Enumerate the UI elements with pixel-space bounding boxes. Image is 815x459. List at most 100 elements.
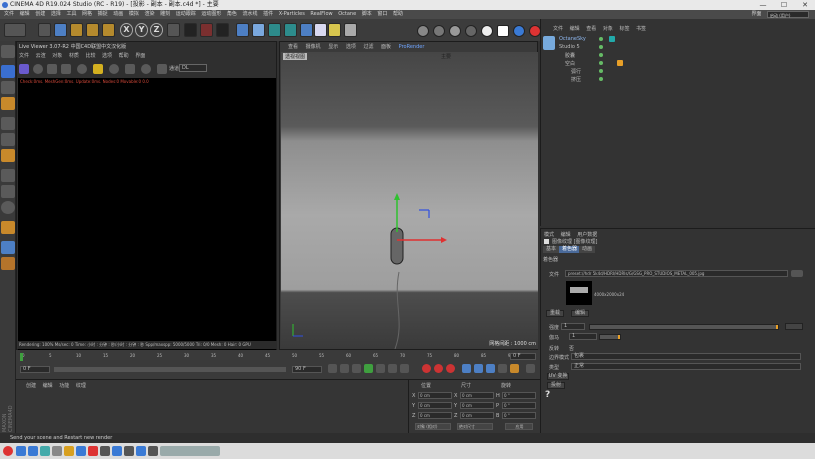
menu-snap[interactable]: 捕捉: [98, 11, 108, 17]
material-tag-icon[interactable]: [617, 60, 623, 66]
timeline-menu-icon[interactable]: [526, 364, 535, 373]
next-frame-icon[interactable]: [376, 364, 385, 373]
object-row[interactable]: Studio 5: [559, 44, 580, 51]
model-mode-icon[interactable]: [1, 65, 15, 78]
menu-sculpt[interactable]: 雕刻: [160, 11, 170, 17]
power-reset-button[interactable]: [785, 323, 803, 330]
points-mode-icon[interactable]: [1, 117, 15, 130]
visibility-dot-icon[interactable]: [599, 77, 603, 81]
menu-edit[interactable]: 编辑: [20, 11, 30, 17]
workplane-icon[interactable]: [1, 97, 15, 110]
om-menu-tags[interactable]: 标签: [619, 26, 629, 32]
vp-menu-options[interactable]: 选项: [346, 44, 356, 50]
taskbar-app-icon[interactable]: [148, 446, 158, 456]
visibility-dot-icon[interactable]: [599, 45, 603, 49]
vp-menu-cameras[interactable]: 摄像机: [306, 44, 321, 50]
edges-mode-icon[interactable]: [1, 133, 15, 146]
capsule-object[interactable]: [390, 227, 404, 265]
polygons-mode-icon[interactable]: [1, 149, 15, 162]
time-range-slider[interactable]: [54, 367, 286, 372]
menu-octane[interactable]: Octane: [338, 11, 356, 17]
tab-animation[interactable]: 动画: [579, 246, 596, 253]
visibility-dot-icon[interactable]: [599, 53, 603, 57]
prev-frame-icon[interactable]: [352, 364, 361, 373]
lv-menu-cloud[interactable]: 云渲: [36, 53, 46, 59]
menu-select[interactable]: 选择: [51, 11, 61, 17]
recent-tool-icon[interactable]: [102, 23, 115, 37]
menu-character[interactable]: 角色: [227, 11, 237, 17]
size-z-field[interactable]: 0 cm: [460, 412, 494, 419]
restart-render-icon[interactable]: [33, 64, 43, 74]
pause-icon[interactable]: [47, 64, 57, 74]
camera-icon[interactable]: [328, 23, 341, 37]
apply-button[interactable]: 应用: [505, 423, 533, 430]
taskbar-app-icon[interactable]: [100, 446, 110, 456]
key-param-icon[interactable]: [498, 364, 507, 373]
tweak-mode-icon[interactable]: [1, 185, 15, 198]
lv-menu-interface[interactable]: 界面: [135, 53, 145, 59]
vp-menu-prorender[interactable]: ProRender: [399, 44, 425, 50]
render-settings-icon[interactable]: [216, 23, 229, 37]
end-frame-field[interactable]: 90 F: [292, 366, 322, 373]
gamma-slider[interactable]: [599, 334, 621, 340]
cube-icon[interactable]: [236, 23, 249, 37]
axis-z-toggle[interactable]: Z: [150, 23, 163, 37]
menu-animate[interactable]: 动画: [113, 11, 123, 17]
sculpt-brush-icon[interactable]: [1, 257, 15, 270]
taskbar-app-icon[interactable]: [112, 446, 122, 456]
undo-button[interactable]: [4, 23, 26, 37]
timeline-ruler[interactable]: 0 5 10 15 20 25 30 35 40 45 50 55 60 65 …: [20, 353, 520, 360]
vp-menu-panel[interactable]: 面板: [381, 44, 391, 50]
visibility-dot-icon[interactable]: [599, 61, 603, 65]
render-to-picture-viewer-icon[interactable]: [200, 23, 213, 37]
gamma-slider-handle[interactable]: [618, 335, 620, 339]
taskbar-app-icon[interactable]: [76, 446, 86, 456]
vp-menu-display[interactable]: 显示: [328, 44, 338, 50]
menu-script[interactable]: 脚本: [362, 11, 372, 17]
pos-y-field[interactable]: 0 cm: [418, 402, 452, 409]
border-mode-select[interactable]: 包裹: [571, 353, 801, 360]
octane-material-icon[interactable]: [513, 25, 525, 37]
rot-b-field[interactable]: 0 °: [502, 412, 536, 419]
go-to-start-icon[interactable]: [328, 364, 337, 373]
key-selection-icon[interactable]: [446, 364, 455, 373]
current-frame-field[interactable]: 0 F: [510, 353, 536, 360]
object-row[interactable]: 弧行: [571, 68, 581, 75]
axis-x-toggle[interactable]: X: [120, 23, 133, 37]
lv-menu-compare[interactable]: 比较: [85, 53, 95, 59]
lv-menu-options[interactable]: 选项: [102, 53, 112, 59]
taskbar-app-icon[interactable]: [16, 446, 26, 456]
menu-create[interactable]: 创建: [35, 11, 45, 17]
taskbar-app-icon[interactable]: [40, 446, 50, 456]
menu-motion-tracking[interactable]: 运动跟踪: [176, 11, 196, 17]
scale-tool-icon[interactable]: [70, 23, 83, 37]
reload-button[interactable]: 重载: [546, 310, 564, 317]
minimize-button[interactable]: —: [753, 0, 773, 10]
tab-basic[interactable]: 基本: [543, 246, 560, 253]
lv-menu-file[interactable]: 文件: [19, 53, 29, 59]
rotate-tool-icon[interactable]: [86, 23, 99, 37]
stop-icon[interactable]: [61, 64, 71, 74]
light-icon[interactable]: [344, 23, 357, 37]
deformer-icon[interactable]: [300, 23, 313, 37]
playhead[interactable]: [20, 353, 23, 361]
lv-menu-help[interactable]: 帮助: [119, 53, 129, 59]
taskbar-pinned-window[interactable]: [160, 446, 220, 456]
vp-menu-filter[interactable]: 过滤: [363, 44, 373, 50]
rot-p-field[interactable]: 0 °: [502, 402, 536, 409]
object-row[interactable]: OctaneSky: [559, 36, 586, 43]
vp-menu-view[interactable]: 查看: [288, 44, 298, 50]
start-frame-field[interactable]: 0 F: [20, 366, 50, 373]
render-view-icon[interactable]: [184, 23, 197, 37]
taskbar-app-icon[interactable]: [64, 446, 74, 456]
gamma-field[interactable]: 1: [569, 333, 597, 340]
menu-file[interactable]: 文件: [4, 11, 14, 17]
menu-simulate[interactable]: 模拟: [129, 11, 139, 17]
pos-x-field[interactable]: 0 cm: [418, 392, 452, 399]
axis-mode-icon[interactable]: [1, 169, 15, 182]
move-tool-icon[interactable]: [54, 23, 67, 37]
taskbar-app-icon[interactable]: [136, 446, 146, 456]
object-row[interactable]: 挤压: [571, 76, 581, 83]
soft-selection-icon[interactable]: [1, 201, 15, 214]
power-slider[interactable]: [589, 324, 779, 330]
